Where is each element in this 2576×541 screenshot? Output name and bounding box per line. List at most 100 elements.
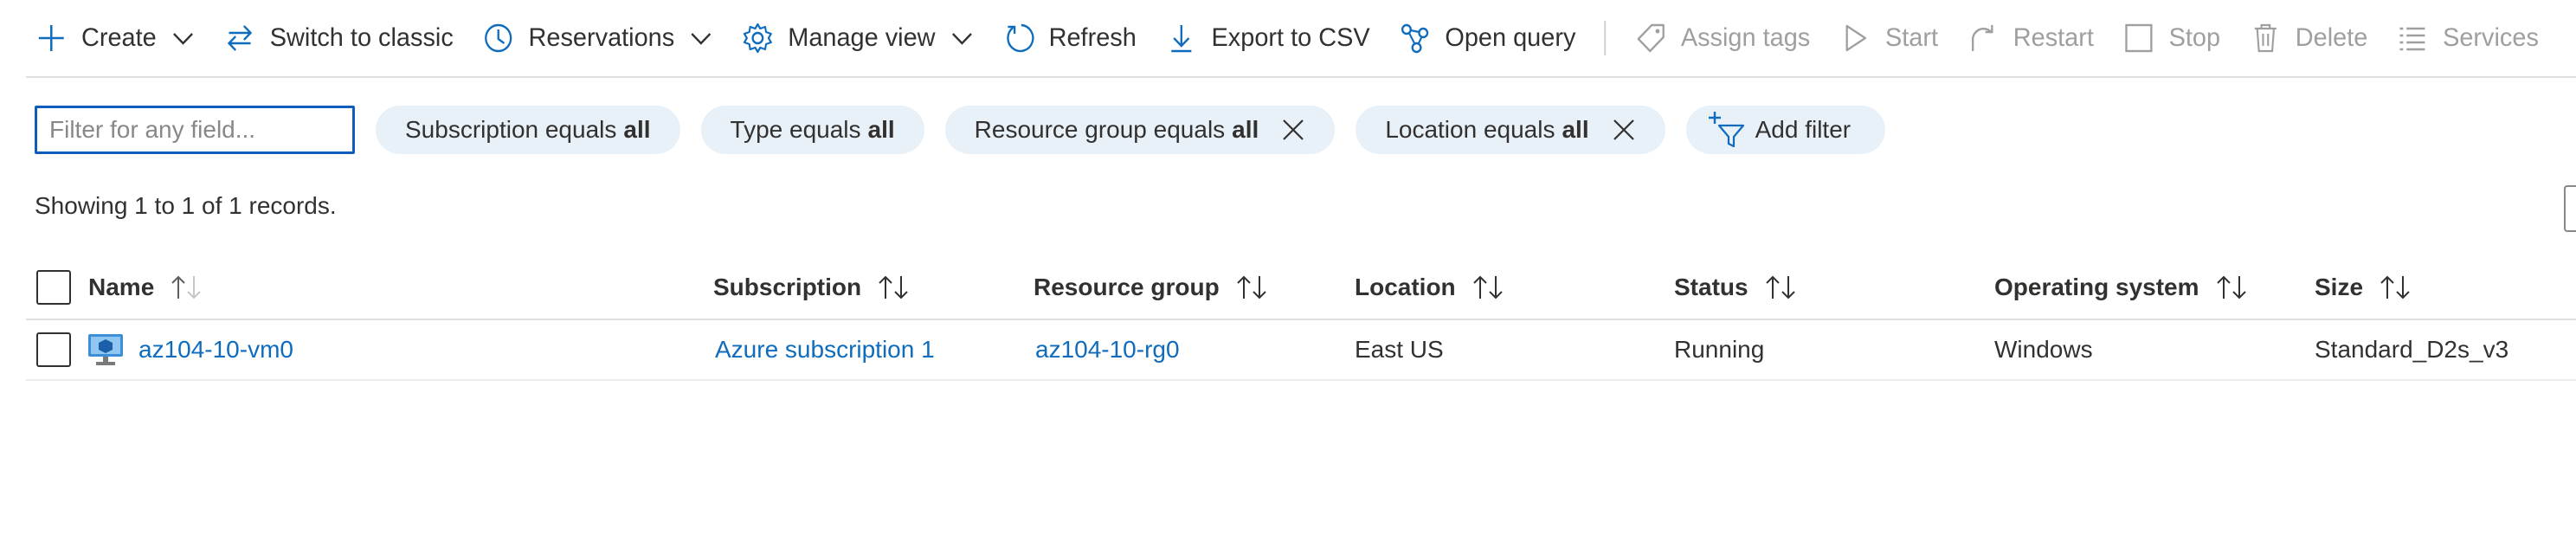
size-cell: Standard_D2s_v3	[2315, 336, 2509, 363]
vm-name-link[interactable]: az104-10-vm0	[138, 336, 293, 364]
filter-pill-value: all	[867, 116, 895, 143]
download-icon	[1165, 21, 1199, 55]
restart-icon	[1967, 21, 2000, 55]
clock-icon	[482, 21, 516, 55]
stop-icon	[2122, 21, 2156, 55]
create-button[interactable]: Create	[35, 0, 195, 76]
query-graph-icon	[1398, 21, 1432, 55]
close-icon[interactable]	[1281, 118, 1305, 142]
open-query-label: Open query	[1445, 23, 1576, 52]
chevron-down-icon	[690, 29, 713, 47]
sort-icon	[170, 274, 204, 300]
column-header-status[interactable]: Status	[1674, 274, 1799, 301]
filter-bar: Subscription equals all Type equals all …	[35, 106, 1906, 154]
switch-to-classic-button[interactable]: Switch to classic	[223, 0, 454, 76]
sort-icon	[1764, 274, 1799, 300]
grid-header: Name Subscription Resource group Locatio…	[26, 256, 2576, 320]
vm-name-cell[interactable]: az104-10-vm0	[87, 332, 293, 367]
table-row: az104-10-vm0 Azure subscription 1 az104-…	[26, 320, 2576, 381]
play-icon	[1839, 21, 1872, 55]
tag-icon	[1634, 21, 1668, 55]
delete-label: Delete	[2295, 23, 2368, 52]
filter-pill-subscription[interactable]: Subscription equals all	[376, 106, 680, 154]
filter-pill-label: Location equals	[1385, 116, 1555, 143]
switch-arrows-icon	[223, 21, 257, 55]
row-checkbox[interactable]	[36, 332, 71, 367]
stop-button[interactable]: Stop	[2122, 0, 2220, 76]
filter-pill-value: all	[1562, 116, 1589, 143]
start-label: Start	[1884, 23, 1939, 52]
records-count: Showing 1 to 1 of 1 records.	[35, 192, 337, 219]
assign-tags-label: Assign tags	[1680, 23, 1811, 52]
column-label: Subscription	[713, 274, 862, 300]
toolbar-divider	[1604, 21, 1607, 55]
export-csv-button[interactable]: Export to CSV	[1165, 0, 1370, 76]
vm-list-page: Create Switch to classic Reservations Ma…	[0, 0, 2576, 541]
create-label: Create	[80, 23, 157, 52]
column-header-name[interactable]: Name	[88, 274, 204, 301]
chevron-down-icon	[950, 29, 974, 47]
add-filter-icon	[1707, 110, 1747, 150]
refresh-icon	[1002, 21, 1036, 55]
column-header-subscription[interactable]: Subscription	[713, 274, 911, 301]
column-header-resource-group[interactable]: Resource group	[1034, 274, 1270, 301]
restart-label: Restart	[2012, 23, 2094, 52]
reservations-button[interactable]: Reservations	[482, 0, 713, 76]
location-cell: East US	[1355, 336, 1444, 363]
manage-view-label: Manage view	[788, 23, 936, 52]
column-label: Name	[88, 274, 155, 300]
view-toggle-button[interactable]	[2564, 185, 2576, 232]
refresh-label: Refresh	[1048, 23, 1137, 52]
sort-icon	[877, 274, 911, 300]
column-header-operating-system[interactable]: Operating system	[1994, 274, 2250, 301]
filter-pill-location[interactable]: Location equals all	[1356, 106, 1665, 154]
chevron-down-icon	[171, 29, 195, 47]
column-header-location[interactable]: Location	[1355, 274, 1506, 301]
toolbar-divider-line	[26, 76, 2576, 78]
export-csv-label: Export to CSV	[1211, 23, 1370, 52]
switch-to-classic-label: Switch to classic	[269, 23, 454, 52]
filter-input[interactable]	[35, 106, 355, 154]
column-label: Size	[2315, 274, 2364, 300]
filter-pill-label: Subscription equals	[405, 116, 617, 143]
column-label: Resource group	[1034, 274, 1220, 300]
sort-icon	[2379, 274, 2413, 300]
filter-pill-type[interactable]: Type equals all	[700, 106, 924, 154]
reservations-label: Reservations	[528, 23, 675, 52]
manage-view-button[interactable]: Manage view	[741, 0, 974, 76]
filter-pill-label: Type equals	[730, 116, 861, 143]
add-filter-label: Add filter	[1755, 116, 1852, 143]
delete-button[interactable]: Delete	[2249, 0, 2368, 76]
subscription-link[interactable]: Azure subscription 1	[715, 336, 935, 364]
filter-pill-resource-group[interactable]: Resource group equals all	[944, 106, 1336, 154]
filter-pill-value: all	[1232, 116, 1259, 143]
restart-button[interactable]: Restart	[1967, 0, 2094, 76]
refresh-button[interactable]: Refresh	[1002, 0, 1137, 76]
sort-icon	[1235, 274, 1270, 300]
status-cell: Running	[1674, 336, 1765, 363]
services-label: Services	[2443, 23, 2539, 52]
list-icon	[2396, 21, 2430, 55]
gear-icon	[741, 21, 775, 55]
close-icon[interactable]	[1612, 118, 1636, 142]
stop-label: Stop	[2168, 23, 2221, 52]
resource-group-link[interactable]: az104-10-rg0	[1035, 336, 1180, 364]
column-header-size[interactable]: Size	[2315, 274, 2413, 301]
trash-icon	[2249, 21, 2283, 55]
sort-icon	[2215, 274, 2250, 300]
filter-pill-label: Resource group equals	[974, 116, 1226, 143]
operating-system-cell: Windows	[1994, 336, 2093, 363]
column-label: Operating system	[1994, 274, 2199, 300]
assign-tags-button[interactable]: Assign tags	[1634, 0, 1810, 76]
plus-icon	[35, 21, 68, 55]
sort-icon	[1472, 274, 1506, 300]
select-all-checkbox[interactable]	[36, 270, 71, 305]
start-button[interactable]: Start	[1839, 0, 1938, 76]
open-query-button[interactable]: Open query	[1398, 0, 1575, 76]
command-bar: Create Switch to classic Reservations Ma…	[35, 0, 2567, 76]
filter-pill-value: all	[623, 116, 651, 143]
virtual-machine-icon	[87, 332, 125, 367]
add-filter-button[interactable]: Add filter	[1685, 106, 1886, 154]
services-button[interactable]: Services	[2396, 0, 2539, 76]
column-label: Location	[1355, 274, 1456, 300]
